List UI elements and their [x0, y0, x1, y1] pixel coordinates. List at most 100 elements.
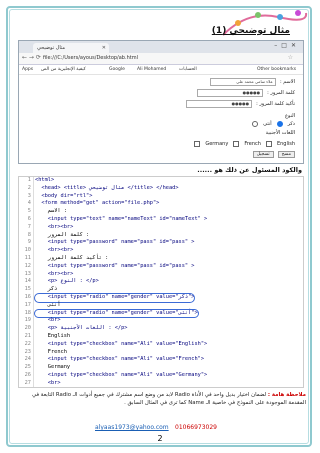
code-line: 5 الاسم : [19, 208, 303, 216]
confirm-label: تأكيد كلمة المرور : [256, 101, 295, 107]
line-number: 26 [24, 371, 31, 378]
lesson-title: مثال توضيحي (1) [211, 26, 290, 36]
line-number: 20 [24, 325, 31, 332]
footer-phone: 01066973029 [175, 424, 217, 431]
bookmark-accounts[interactable]: الحسابات [179, 67, 197, 72]
french-label: French [244, 141, 261, 147]
line-number: 9 [27, 239, 31, 246]
line-number: 14 [24, 278, 31, 285]
browser-window: مثال توضيحي ✕ –□✕ ← → ⟳ file:///C:/Users/… [18, 40, 304, 164]
line-number: 3 [27, 192, 31, 199]
code-text: <br> [35, 317, 61, 324]
french-checkbox[interactable] [233, 141, 240, 147]
reset-button[interactable]: مسح [277, 151, 295, 158]
note-label: ملاحظة هامة : [267, 392, 306, 398]
code-line: 25 Germany [19, 364, 303, 372]
bookmark-other[interactable]: Other bookmarks [257, 67, 296, 72]
male-radio[interactable] [276, 121, 283, 127]
note-text: لضمان اختيار بديل واحد في الأداة Radio ل… [32, 392, 306, 406]
code-line: 11 تأكيد كلمة المرور : [19, 255, 303, 263]
submit-button[interactable]: تسجيل [252, 151, 274, 158]
line-number: 24 [24, 356, 31, 363]
footer-email[interactable]: alyaas1973@yahoo.com [95, 424, 169, 431]
female-radio[interactable] [252, 121, 259, 127]
code-line: 4 <form method="get" action="file.php"> [19, 200, 303, 208]
gender-row: ذكر أنثى [251, 121, 295, 127]
browser-tab[interactable]: مثال توضيحي ✕ [33, 43, 109, 53]
star-icon[interactable]: ☆ [288, 54, 293, 61]
code-text: <br><br> [35, 247, 74, 254]
code-line: 1 <html> [19, 177, 303, 185]
bookmark-ali[interactable]: Ali Mohamed [137, 67, 166, 72]
tab-title: مثال توضيحي [37, 45, 66, 51]
line-number: 16 [24, 293, 31, 300]
code-text: <input type="checkbox" name="Ali" value=… [35, 356, 205, 363]
bookmark-1[interactable]: كيفية الإنجليزية من الص [41, 67, 86, 72]
line-number: 7 [27, 223, 31, 230]
line-number: 13 [24, 270, 31, 277]
browser-titlebar: مثال توضيحي ✕ –□✕ [19, 41, 303, 53]
code-line: 27 <br> [19, 379, 303, 387]
code-text: أنثى [35, 301, 61, 308]
languages-row: English French Germany [193, 141, 295, 147]
germany-label: Germany [205, 141, 229, 147]
germany-checkbox[interactable] [194, 141, 201, 147]
code-text: English [35, 332, 71, 339]
window-controls[interactable]: –□✕ [274, 42, 300, 49]
code-text: <input type="password" name="pass" id="p… [35, 262, 195, 269]
confirm-row: تأكيد كلمة المرور : ●●●●● [186, 100, 295, 108]
line-number: 5 [27, 208, 31, 215]
line-number: 23 [24, 348, 31, 355]
line-number: 17 [24, 301, 31, 308]
code-line: 21 English [19, 333, 303, 341]
code-line: 8 كلمة المرور : [19, 232, 303, 240]
line-number: 18 [24, 309, 31, 316]
code-text: <head> <title> مثال توضيحي </title> </he… [35, 184, 179, 191]
bookmarks-bar: Apps كيفية الإنجليزية من الص Google Ali … [19, 65, 303, 75]
code-line: 7 <br><br> [19, 224, 303, 232]
address-bar[interactable]: ← → ⟳ file:///C:/Users/ayous/Desktop/ab.… [19, 53, 303, 65]
line-number: 6 [27, 215, 31, 222]
confirm-password-field[interactable]: ●●●●● [186, 100, 253, 108]
line-number: 1 [27, 177, 31, 183]
code-line: 12 <input type="password" name="pass" id… [19, 263, 303, 271]
line-number: 22 [24, 340, 31, 347]
code-text: <input type="text" name="nameText" id="n… [35, 215, 208, 222]
code-line: 18 <input type="radio" name="gender" val… [19, 308, 303, 319]
line-number: 19 [24, 317, 31, 324]
code-text: <br> [35, 379, 61, 386]
code-text: <input type="checkbox" name="Ali" value=… [35, 371, 208, 378]
gender-label: النوع [285, 113, 295, 119]
bookmark-google[interactable]: Google [109, 67, 125, 72]
line-number: 27 [24, 379, 31, 386]
bookmark-apps[interactable]: Apps [22, 67, 33, 72]
line-number: 12 [24, 262, 31, 269]
code-line: 2 <head> <title> مثال توضيحي </title> </… [19, 185, 303, 193]
close-icon[interactable]: ✕ [102, 43, 106, 53]
nav-arrows-icon[interactable]: ← → ⟳ [22, 54, 41, 61]
languages-label-row: اللغات الأجنبية [266, 130, 295, 136]
code-line: 23 French [19, 349, 303, 357]
code-line: 22 <input type="checkbox" name="Ali" val… [19, 341, 303, 349]
name-field[interactable]: علاء سامي محمد علي [209, 78, 276, 86]
code-line: 24 <input type="checkbox" name="Ali" val… [19, 356, 303, 364]
code-line: 20 <p> اللغات الأجنبية : </p> [19, 325, 303, 333]
code-text: <input type="checkbox" name="Ali" value=… [35, 340, 208, 347]
english-checkbox[interactable] [265, 141, 272, 147]
code-text: كلمة المرور : [35, 231, 90, 238]
code-lines: 1 <html> 2 <head> <title> مثال توضيحي </ti… [19, 177, 303, 387]
english-label: English [276, 141, 295, 147]
password-field[interactable]: ●●●●● [197, 89, 264, 97]
line-number: 21 [24, 332, 31, 339]
code-text: Germany [35, 364, 71, 371]
url-text[interactable]: file:///C:/Users/ayous/Desktop/ab.html [43, 55, 138, 61]
line-number: 8 [27, 231, 31, 238]
code-line: 9 <input type="password" name="pass" id=… [19, 239, 303, 247]
pass-label: كلمة المرور : [267, 90, 295, 96]
name-label: الاسم : [279, 79, 295, 85]
code-line: 26 <input type="checkbox" name="Ali" val… [19, 372, 303, 380]
name-row: الاسم : علاء سامي محمد علي [209, 78, 295, 86]
note-box: ملاحظة هامة : لضمان اختيار بديل واحد في … [14, 391, 306, 407]
gender-label-row: النوع [285, 113, 295, 119]
line-number: 15 [24, 286, 31, 293]
